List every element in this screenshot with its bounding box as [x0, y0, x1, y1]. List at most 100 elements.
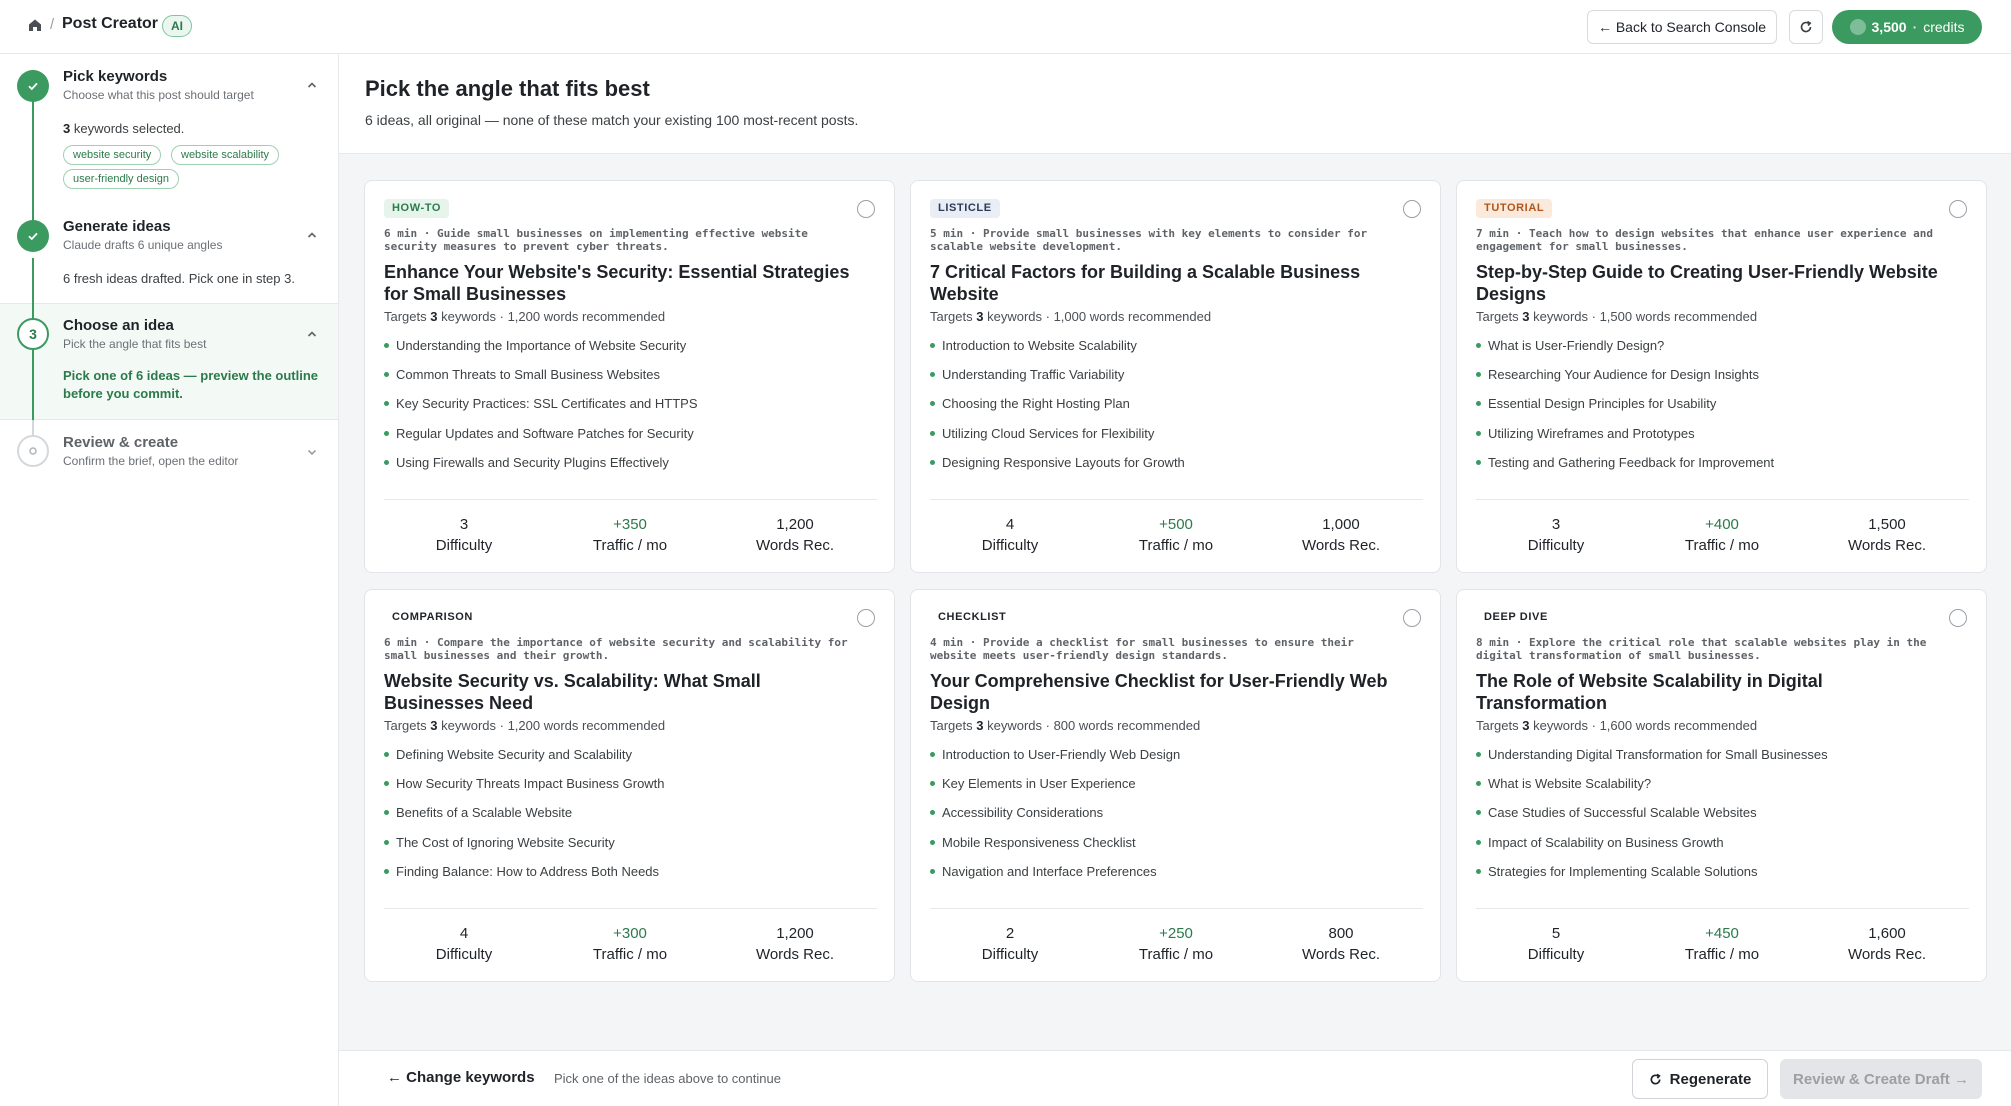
idea-card[interactable]: CHECKLIST 4 min · Provide a checklist fo… [910, 589, 1441, 982]
outline-item: Navigation and Interface Preferences [930, 863, 1420, 892]
idea-format-badge: DEEP DIVE [1476, 608, 1556, 627]
idea-card[interactable]: TUTORIAL 7 min · Teach how to design web… [1456, 180, 1987, 573]
idea-card[interactable]: COMPARISON 6 min · Compare the importanc… [364, 589, 895, 982]
words-stat: 1,200 Words Rec. [720, 515, 870, 557]
step-3-number: 3 [29, 326, 37, 342]
step-3-number-badge: 3 [17, 318, 49, 350]
change-keywords-button[interactable]: ← Change keywords [387, 1069, 535, 1086]
traffic-value: +250 [1159, 925, 1193, 942]
words-value: 1,200 [776, 925, 814, 942]
regenerate-label: Regenerate [1669, 1070, 1752, 1088]
words-label: Words Rec. [1301, 537, 1381, 554]
chevron-up-icon[interactable] [306, 79, 318, 91]
idea-select-radio[interactable] [1403, 200, 1421, 218]
keyword-chip: website security [63, 145, 162, 165]
outline-item: Essential Design Principles for Usabilit… [1476, 395, 1966, 424]
idea-select-radio[interactable] [1949, 609, 1967, 627]
outline-item: Introduction to User-Friendly Web Design [930, 746, 1420, 775]
idea-format-badge: HOW-TO [384, 199, 450, 218]
targets-words: 1,600 words recommended [1599, 718, 1758, 733]
back-button-label: ← Back to Search Console [1597, 19, 1767, 35]
words-stat: 800 Words Rec. [1266, 924, 1416, 966]
traffic-stat: +250 Traffic / mo [1101, 924, 1251, 966]
idea-select-radio[interactable] [1403, 609, 1421, 627]
regenerate-button[interactable]: Regenerate [1632, 1059, 1768, 1099]
idea-summary: 6 min · Compare the importance of websit… [384, 636, 848, 662]
idea-targets: Targets 3 keywords · 800 words recommend… [930, 718, 1200, 733]
step-4-title[interactable]: Review & create [63, 434, 178, 451]
idea-format-badge: COMPARISON [384, 608, 481, 627]
traffic-label: Traffic / mo [1138, 537, 1214, 554]
credits-label: credits [1923, 19, 1965, 35]
words-value: 1,500 [1868, 516, 1906, 533]
traffic-label: Traffic / mo [1684, 537, 1760, 554]
traffic-value: +400 [1705, 516, 1739, 533]
idea-select-radio[interactable] [1949, 200, 1967, 218]
idea-card[interactable]: LISTICLE 5 min · Provide small businesse… [910, 180, 1441, 573]
traffic-label: Traffic / mo [592, 946, 668, 963]
difficulty-label: Difficulty [1527, 537, 1585, 554]
words-stat: 1,000 Words Rec. [1266, 515, 1416, 557]
targets-prefix: Targets [930, 718, 977, 733]
chevron-up-icon[interactable] [306, 229, 318, 241]
idea-card[interactable]: DEEP DIVE 8 min · Explore the critical r… [1456, 589, 1987, 982]
refresh-button[interactable] [1789, 10, 1823, 44]
outline-item: Designing Responsive Layouts for Growth [930, 454, 1420, 483]
idea-card[interactable]: HOW-TO 6 min · Guide small businesses on… [364, 180, 895, 573]
targets-prefix: Targets [930, 309, 977, 324]
idea-title: Step-by-Step Guide to Creating User-Frie… [1476, 262, 1938, 304]
step-connector [32, 86, 34, 234]
idea-outline: Understanding Digital Transformation for… [1476, 746, 1966, 892]
step-2-title[interactable]: Generate ideas [63, 218, 171, 235]
difficulty-stat: 4 Difficulty [935, 515, 1085, 557]
difficulty-value: 4 [459, 925, 469, 942]
chevron-up-icon[interactable] [306, 328, 318, 340]
idea-targets: Targets 3 keywords · 1,200 words recomme… [384, 718, 665, 733]
home-icon[interactable] [26, 16, 44, 34]
targets-prefix: Targets [1476, 309, 1523, 324]
chevron-down-icon[interactable] [306, 446, 318, 458]
words-stat: 1,600 Words Rec. [1812, 924, 1962, 966]
targets-mid: keywords · [1529, 309, 1600, 324]
idea-targets: Targets 3 keywords · 1,200 words recomme… [384, 309, 665, 324]
outline-item: Choosing the Right Hosting Plan [930, 395, 1420, 424]
idea-summary: 4 min · Provide a checklist for small bu… [930, 636, 1354, 662]
words-label: Words Rec. [1847, 946, 1927, 963]
idea-select-radio[interactable] [857, 200, 875, 218]
back-to-search-console-button[interactable]: ← Back to Search Console [1587, 10, 1777, 44]
review-create-draft-button[interactable]: Review & Create Draft → [1780, 1059, 1982, 1099]
words-stat: 1,500 Words Rec. [1812, 515, 1962, 557]
step-1-title[interactable]: Pick keywords [63, 68, 167, 85]
outline-item: Understanding Digital Transformation for… [1476, 746, 1966, 775]
page-title: Pick the angle that fits best [365, 76, 650, 101]
card-divider [1476, 499, 1969, 500]
outline-item: Common Threats to Small Business Website… [384, 366, 874, 395]
ai-badge: AI [162, 15, 192, 37]
idea-format-badge: CHECKLIST [930, 608, 1015, 627]
generate-ideas-note: 6 fresh ideas drafted. Pick one in step … [63, 271, 295, 286]
idea-format-badge: LISTICLE [930, 199, 1000, 218]
outline-item: Understanding Traffic Variability [930, 366, 1420, 395]
choose-idea-note: Pick one of 6 ideas — preview the outlin… [63, 368, 319, 401]
traffic-label: Traffic / mo [1138, 946, 1214, 963]
difficulty-label: Difficulty [981, 537, 1039, 554]
credits-button[interactable]: 3,500 · credits [1832, 10, 1982, 44]
outline-item: Using Firewalls and Security Plugins Eff… [384, 454, 874, 483]
card-divider [930, 908, 1423, 909]
card-divider [1476, 908, 1969, 909]
targets-mid: keywords · [1529, 718, 1600, 733]
idea-select-radio[interactable] [857, 609, 875, 627]
continue-hint: Pick one of the ideas above to continue [554, 1071, 781, 1086]
refresh-icon [1650, 1073, 1661, 1085]
step-3-title[interactable]: Choose an idea [63, 317, 174, 334]
traffic-label: Traffic / mo [592, 537, 668, 554]
idea-targets: Targets 3 keywords · 1,500 words recomme… [1476, 309, 1757, 324]
arrow-left-icon: ← [387, 1069, 407, 1086]
ideas-grid: HOW-TO 6 min · Guide small businesses on… [339, 154, 2011, 1050]
outline-item: Case Studies of Successful Scalable Webs… [1476, 804, 1966, 833]
difficulty-stat: 3 Difficulty [1481, 515, 1631, 557]
targets-mid: keywords · [437, 718, 508, 733]
outline-item: Defining Website Security and Scalabilit… [384, 746, 874, 775]
targets-mid: keywords · [983, 309, 1054, 324]
outline-item: Testing and Gathering Feedback for Impro… [1476, 454, 1966, 483]
